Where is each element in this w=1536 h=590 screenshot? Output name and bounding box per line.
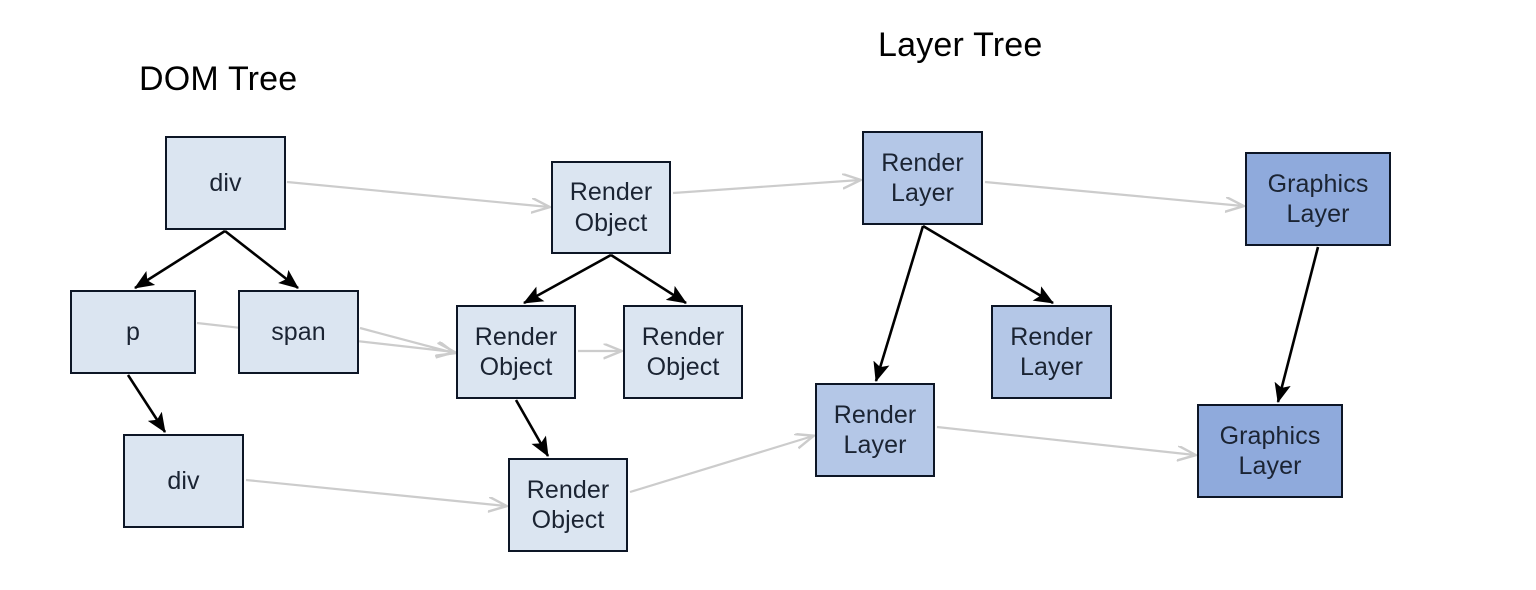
node-rl-root[interactable]: Render Layer <box>862 131 983 225</box>
edge-ro-root-to-rl-root <box>672 180 860 195</box>
node-dom-div-root[interactable]: div <box>165 136 286 230</box>
node-rl-bottom[interactable]: Render Layer <box>815 383 935 477</box>
title-layer: Layer Tree <box>878 26 1043 64</box>
edge-dom-div-root-to-dom-p <box>134 229 226 290</box>
edge-ro-root-to-ro-right <box>610 253 687 305</box>
node-label: Render Object <box>526 475 610 535</box>
edge-dom-div-child-to-ro-bottom <box>245 478 506 506</box>
edge-ro-bottom-to-rl-bottom <box>629 436 813 494</box>
node-label: Graphics Layer <box>1267 169 1369 229</box>
node-label: Render Object <box>641 322 725 382</box>
node-label: span <box>271 317 326 346</box>
node-label: Render Object <box>474 322 558 382</box>
node-dom-div-child[interactable]: div <box>123 434 244 528</box>
edge-rl-root-to-rl-bottom <box>873 225 925 382</box>
node-rl-right[interactable]: Render Layer <box>991 305 1112 399</box>
node-ro-root[interactable]: Render Object <box>551 161 671 254</box>
node-label: Render Layer <box>881 148 964 208</box>
edge-ro-root-to-ro-left <box>523 253 612 305</box>
node-gl-top[interactable]: Graphics Layer <box>1245 152 1391 246</box>
node-ro-right[interactable]: Render Object <box>623 305 743 399</box>
node-label: Render Layer <box>1010 322 1093 382</box>
node-label: div <box>167 466 200 495</box>
node-dom-p[interactable]: p <box>70 290 196 374</box>
node-label: p <box>125 317 140 346</box>
edge-dom-p-to-dom-div-child <box>126 374 167 433</box>
edge-rl-root-to-rl-right <box>922 224 1054 305</box>
edge-dom-div-root-to-ro-root <box>286 180 549 207</box>
edge-gl-top-to-gl-bottom <box>1274 246 1320 404</box>
node-label: Render Object <box>569 178 653 237</box>
edge-ro-left-to-ro-bottom <box>514 399 550 457</box>
node-ro-bottom[interactable]: Render Object <box>508 458 628 552</box>
title-dom: DOM Tree <box>139 60 298 98</box>
node-gl-bottom[interactable]: Graphics Layer <box>1197 404 1343 498</box>
node-dom-span[interactable]: span <box>238 290 359 374</box>
edge-rl-bottom-to-gl-bottom <box>936 425 1195 455</box>
node-label: Graphics Layer <box>1219 421 1321 481</box>
diagram-canvas: DOM Tree Layer Tree div p span div Render Obj… <box>0 0 1536 590</box>
node-ro-left[interactable]: Render Object <box>456 305 576 399</box>
node-label: Render Layer <box>833 400 917 460</box>
edge-rl-root-to-gl-top <box>984 180 1243 206</box>
edge-dom-span-to-ro-left <box>359 326 454 353</box>
node-label: div <box>209 168 242 197</box>
edge-dom-div-root-to-dom-span <box>224 229 299 290</box>
